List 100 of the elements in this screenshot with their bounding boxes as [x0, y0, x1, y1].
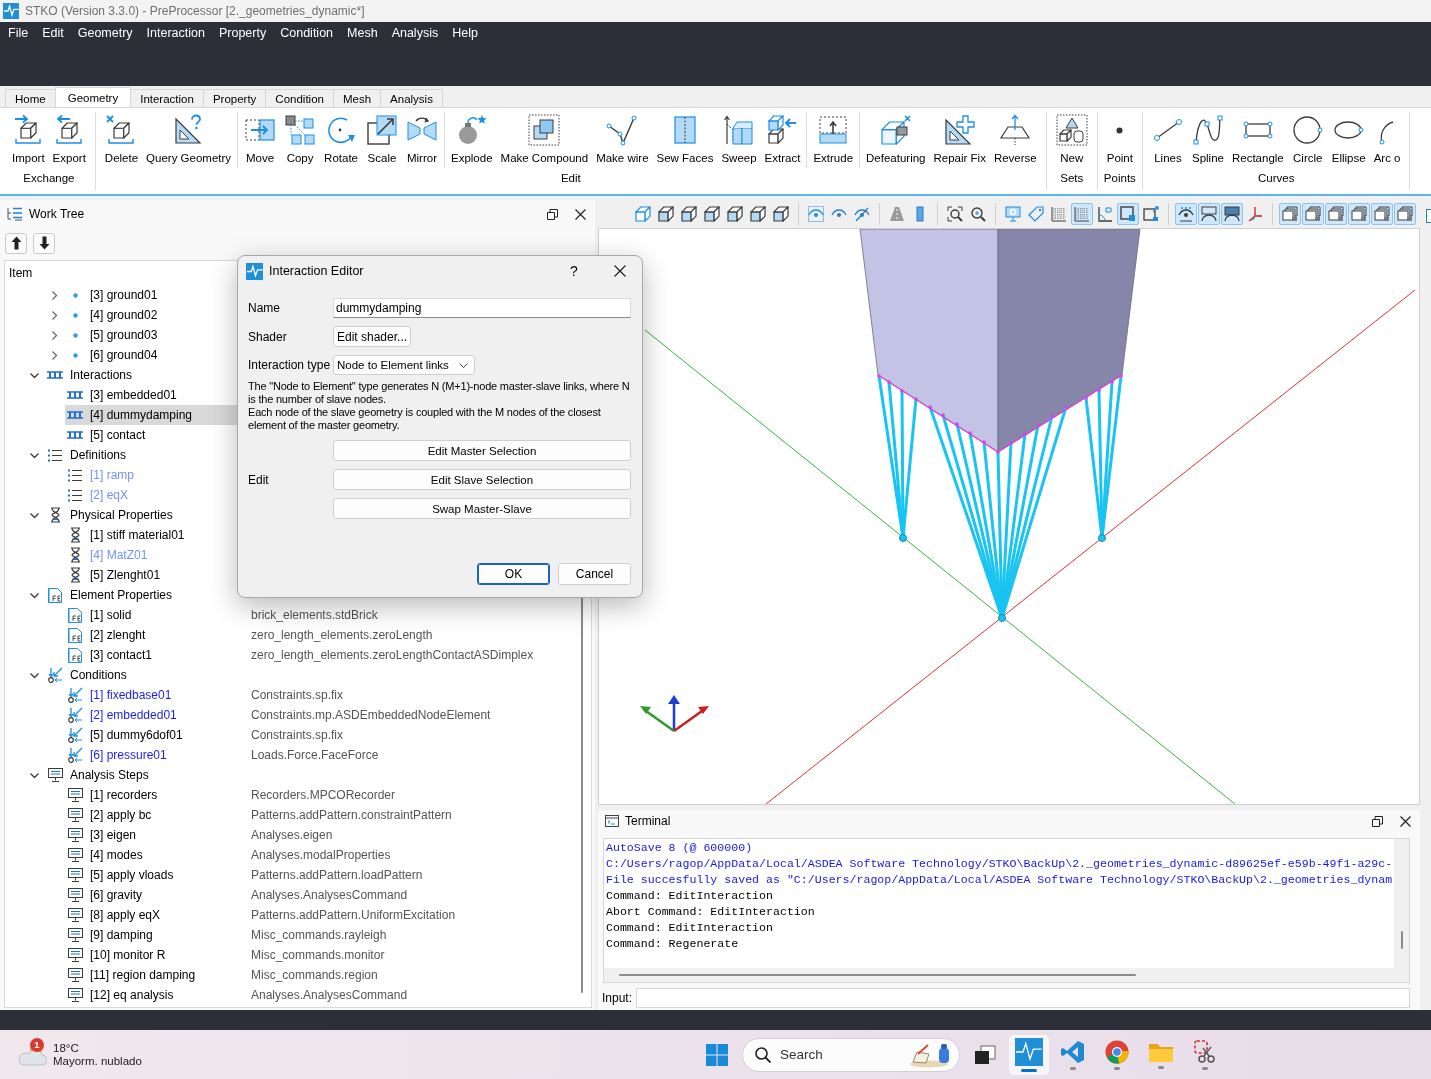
chevron-down-icon[interactable]: [29, 510, 39, 520]
tree-item[interactable]: [4] dummydamping: [90, 408, 193, 422]
menu-item[interactable]: Analysis: [384, 22, 446, 44]
ribbon-button[interactable]: Reverse: [989, 112, 1041, 168]
move-up-button[interactable]: [5, 232, 27, 254]
ribbon-button[interactable]: Copy: [280, 112, 321, 168]
menu-item[interactable]: Property: [211, 22, 274, 44]
toolbar-button[interactable]: [1279, 203, 1301, 225]
dialog-button[interactable]: Cancel: [558, 563, 631, 585]
toolbar-button[interactable]: [1348, 203, 1370, 225]
ribbon-button[interactable]: Point: [1102, 112, 1137, 168]
toolbar-button[interactable]: [1394, 203, 1416, 225]
ribbon-button[interactable]: Rotate: [320, 112, 362, 168]
toolbar-button[interactable]: [1371, 203, 1393, 225]
edit-shader-button[interactable]: Edit shader...: [333, 326, 412, 347]
tree-item[interactable]: [5] Zlenght01: [90, 568, 161, 582]
chevron-right-icon[interactable]: [49, 290, 59, 300]
toolbar-button[interactable]: [747, 203, 769, 225]
tree-item[interactable]: [8] apply eqX: [90, 908, 161, 922]
toolbar-button[interactable]: [1175, 203, 1197, 225]
tree-item[interactable]: Analysis Steps: [70, 768, 149, 782]
tree-item[interactable]: [12] eq analysis: [90, 988, 174, 1002]
tree-item[interactable]: [9] damping: [90, 928, 153, 942]
ribbon-button[interactable]: Arc o: [1369, 112, 1405, 168]
ribbon-button[interactable]: Repair Fix: [929, 112, 990, 168]
ribbon-button[interactable]: Make Compound: [496, 112, 593, 168]
edit-selection-button[interactable]: Edit Master Selection: [333, 440, 631, 461]
ribbon-button[interactable]: Extract: [760, 112, 805, 168]
menu-item[interactable]: File: [1, 22, 36, 44]
chevron-down-icon[interactable]: [29, 670, 39, 680]
edit-selection-button[interactable]: Swap Master-Slave: [333, 498, 631, 519]
ribbon-tab[interactable]: Home: [5, 89, 56, 107]
tree-item[interactable]: [3] eigen: [90, 828, 137, 842]
tree-item[interactable]: [3] ground01: [90, 288, 158, 302]
chevron-down-icon[interactable]: [29, 590, 39, 600]
tree-item[interactable]: [3] embedded01: [90, 388, 177, 402]
move-down-button[interactable]: [33, 232, 55, 254]
column-header[interactable]: Item: [9, 266, 33, 280]
tree-item[interactable]: [5] contact: [90, 428, 146, 442]
tree-item[interactable]: [11] region damping: [90, 968, 196, 982]
ribbon-button[interactable]: Spline: [1187, 112, 1228, 168]
ribbon-button[interactable]: Query Geometry: [142, 112, 236, 168]
ribbon-tab[interactable]: Property: [202, 89, 267, 107]
toolbar-button[interactable]: [701, 203, 723, 225]
chevron-down-icon[interactable]: [29, 450, 39, 460]
menu-item[interactable]: Help: [445, 22, 485, 44]
ribbon-button[interactable]: Sew Faces: [652, 112, 718, 168]
ribbon-button[interactable]: Scale: [362, 112, 402, 168]
tree-item[interactable]: [5] ground03: [90, 328, 158, 342]
tree-item[interactable]: Physical Properties: [70, 508, 173, 522]
tree-item[interactable]: [3] contact1: [90, 648, 153, 662]
menu-item[interactable]: Mesh: [340, 22, 385, 44]
tree-item[interactable]: [2] zlenght: [90, 628, 146, 642]
chevron-right-icon[interactable]: [49, 330, 59, 340]
tree-item[interactable]: Definitions: [70, 448, 127, 462]
tree-item[interactable]: [6] gravity: [90, 888, 143, 902]
tree-item[interactable]: [1] solid: [90, 608, 132, 622]
ribbon-button[interactable]: Make wire: [592, 112, 653, 168]
ribbon-button[interactable]: New: [1051, 112, 1092, 168]
tree-item[interactable]: [6] ground04: [90, 348, 158, 362]
tree-item[interactable]: Conditions: [70, 668, 127, 682]
tree-item[interactable]: Element Properties: [70, 588, 173, 602]
toolbar-button[interactable]: [1302, 203, 1324, 225]
tree-item[interactable]: [4] modes: [90, 848, 143, 862]
toolbar-button[interactable]: [944, 203, 966, 225]
menu-item[interactable]: Edit: [35, 22, 71, 44]
tree-item[interactable]: [1] recorders: [90, 788, 158, 802]
ribbon-tab[interactable]: Geometry: [54, 87, 132, 107]
chevron-right-icon[interactable]: [49, 310, 59, 320]
toolbar-button[interactable]: [678, 203, 700, 225]
ribbon-button[interactable]: Rectangle: [1227, 112, 1288, 168]
menu-item[interactable]: Interaction: [139, 22, 212, 44]
ribbon-tab[interactable]: Analysis: [380, 89, 443, 107]
tree-item[interactable]: [1] fixedbase01: [90, 688, 172, 702]
toolbar-button[interactable]: [1221, 203, 1243, 225]
tree-item[interactable]: [2] embedded01: [90, 708, 177, 722]
toolbar-button[interactable]: [1325, 203, 1347, 225]
menu-item[interactable]: Geometry: [70, 22, 140, 44]
type-dropdown[interactable]: Node to Element links: [333, 355, 475, 375]
ribbon-button[interactable]: Mirror: [402, 112, 442, 168]
tree-item[interactable]: Interactions: [70, 368, 133, 382]
dialog-button[interactable]: OK: [477, 563, 550, 585]
tree-item[interactable]: [5] apply vloads: [90, 868, 174, 882]
ribbon-button[interactable]: Delete: [100, 112, 143, 168]
ribbon-button[interactable]: Move: [240, 112, 281, 168]
chevron-right-icon[interactable]: [49, 350, 59, 360]
ribbon-button[interactable]: Explode: [447, 112, 497, 168]
ribbon-button[interactable]: Circle: [1287, 112, 1328, 168]
ribbon-button[interactable]: Lines: [1147, 112, 1188, 168]
edit-selection-button[interactable]: Edit Slave Selection: [333, 469, 631, 490]
ribbon-button[interactable]: Extrude: [809, 112, 858, 168]
help-button[interactable]: ?: [564, 260, 584, 282]
ribbon-button[interactable]: Defeaturing: [862, 112, 930, 168]
toolbar-button[interactable]: [770, 203, 792, 225]
tree-item[interactable]: [2] apply bc: [90, 808, 152, 822]
search-box[interactable]: Search: [742, 1037, 960, 1072]
ribbon-button[interactable]: Sweep: [717, 112, 761, 168]
chevron-down-icon[interactable]: [29, 770, 39, 780]
name-field[interactable]: dummydamping: [333, 298, 631, 318]
menu-item[interactable]: Condition: [273, 22, 341, 44]
